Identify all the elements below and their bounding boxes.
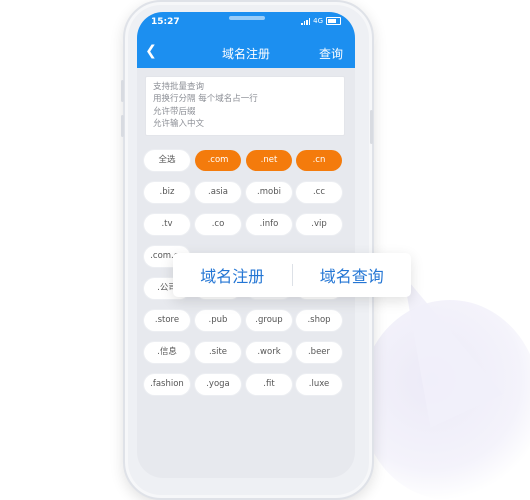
phone-screen: 15:27 4G ❮ 域名注册 查询 支持批量查询 用换行分隔 每个域名占一行 …	[137, 12, 355, 478]
suffix-chip[interactable]: .cc	[296, 182, 342, 203]
suffix-chip[interactable]: .beer	[296, 342, 342, 363]
placeholder-line: 支持批量查询	[153, 82, 205, 92]
suffix-chip[interactable]: .co	[195, 214, 241, 235]
suffix-chip[interactable]: .tv	[144, 214, 190, 235]
suffix-chip[interactable]: .biz	[144, 182, 190, 203]
suffix-chip[interactable]: .fashion	[144, 374, 190, 395]
placeholder-line: 用换行分隔 每个域名占一行	[153, 94, 258, 105]
suffix-chip[interactable]: .com	[195, 150, 241, 171]
app-header: 15:27 4G ❮ 域名注册 查询	[137, 12, 355, 68]
network-label: 4G	[313, 17, 323, 25]
volume-button	[121, 80, 124, 102]
status-time: 15:27	[151, 17, 180, 27]
suffix-chip[interactable]: .shop	[296, 310, 342, 331]
suffix-chip[interactable]: .yoga	[195, 374, 241, 395]
suffix-chip[interactable]: .info	[246, 214, 292, 235]
suffix-chip[interactable]: .asia	[195, 182, 241, 203]
suffix-chip[interactable]: .net	[246, 150, 292, 171]
suffix-chip[interactable]: .fit	[246, 374, 292, 395]
suffix-chip[interactable]: .luxe	[296, 374, 342, 395]
placeholder-line: 允许输入中文	[153, 118, 205, 129]
power-button	[370, 110, 373, 144]
query-button[interactable]: 查询	[319, 45, 343, 62]
volume-button	[121, 115, 124, 137]
suffix-chip[interactable]: .pub	[195, 310, 241, 331]
suffix-chip[interactable]: 全选	[144, 150, 190, 171]
suffix-chip[interactable]: .cn	[296, 150, 342, 171]
suffix-chip[interactable]: .mobi	[246, 182, 292, 203]
signal-icon	[301, 17, 311, 25]
suffix-chip[interactable]: .信息	[144, 342, 190, 363]
status-icons: 4G	[301, 17, 341, 25]
suffix-chip[interactable]: .store	[144, 310, 190, 331]
domain-input[interactable]: 支持批量查询 用换行分隔 每个域名占一行 允许带后缀 允许输入中文	[145, 76, 345, 136]
action-popup: 域名注册 域名查询	[173, 253, 411, 297]
notch-indicator	[229, 16, 265, 20]
suffix-chip[interactable]: .vip	[296, 214, 342, 235]
battery-icon	[326, 17, 341, 25]
suffix-chip[interactable]: .site	[195, 342, 241, 363]
placeholder-line: 允许带后缀	[153, 106, 196, 117]
suffix-chip[interactable]: .work	[246, 342, 292, 363]
suffix-chip[interactable]: .group	[246, 310, 292, 331]
query-domain-button[interactable]: 域名查询	[293, 263, 412, 287]
register-domain-button[interactable]: 域名注册	[173, 263, 292, 287]
